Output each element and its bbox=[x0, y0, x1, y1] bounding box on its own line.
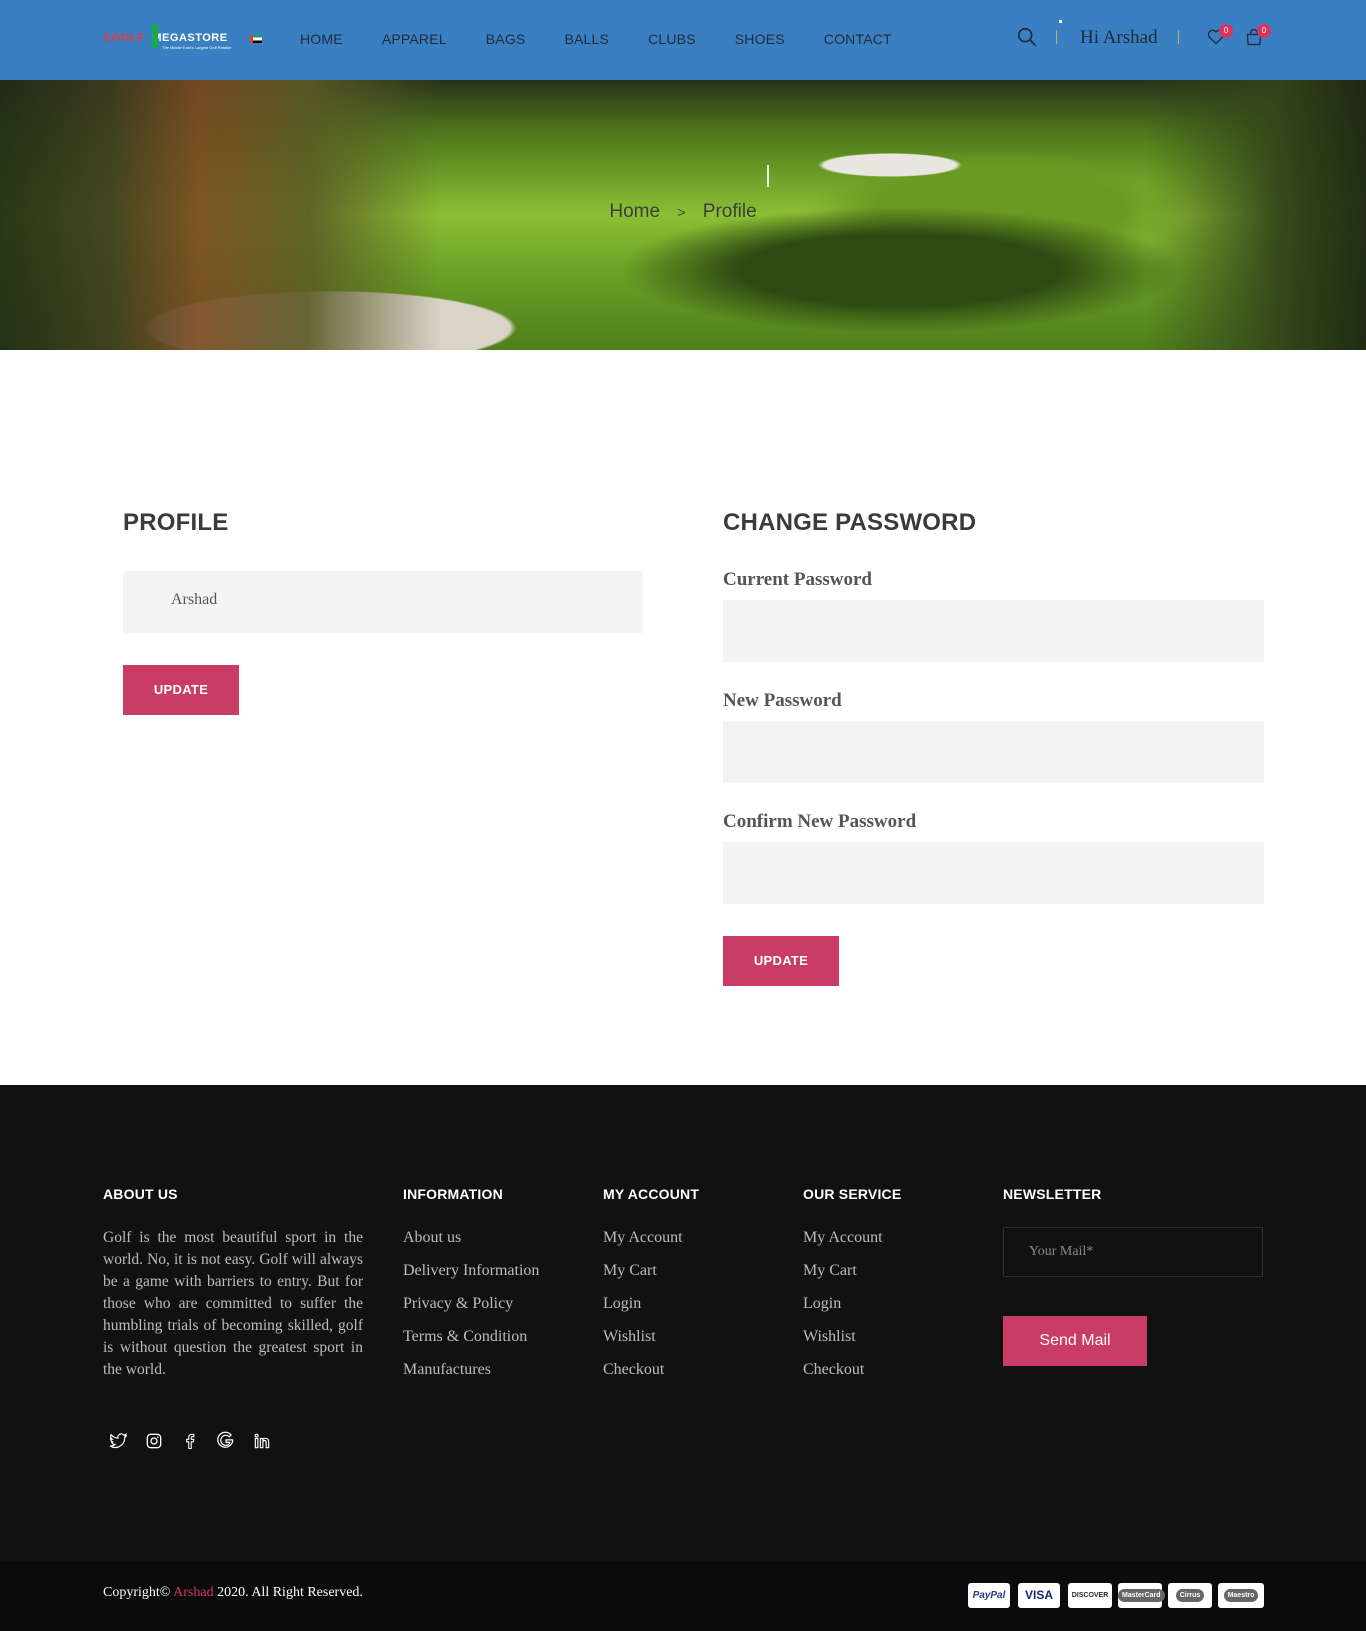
hero-banner: Home > Profile bbox=[0, 80, 1366, 350]
footer-link-about-us[interactable]: About us bbox=[403, 1227, 539, 1260]
site-footer: ABOUT US Golf is the most beautiful spor… bbox=[0, 1085, 1366, 1561]
mastercard-icon: MasterCard bbox=[1118, 1583, 1165, 1608]
footer-link-my-cart[interactable]: My Cart bbox=[603, 1260, 683, 1293]
nav-item-home[interactable]: HOME bbox=[300, 31, 343, 47]
header-divider bbox=[1178, 30, 1179, 44]
nav-item-bags[interactable]: BAGS bbox=[486, 31, 526, 47]
footer-link-wishlist[interactable]: Wishlist bbox=[603, 1326, 683, 1359]
header-dot bbox=[1059, 20, 1062, 23]
copyright-bar: Copyright© Arshad 2020. All Right Reserv… bbox=[0, 1561, 1366, 1631]
twitter-icon[interactable] bbox=[108, 1431, 128, 1451]
current-password-field[interactable] bbox=[723, 600, 1264, 662]
current-password-label: Current Password bbox=[723, 569, 873, 590]
mastercard-label: MasterCard bbox=[1118, 1588, 1165, 1602]
footer-link-privacy[interactable]: Privacy & Policy bbox=[403, 1293, 539, 1326]
confirm-password-field[interactable] bbox=[723, 842, 1264, 904]
discover-icon: DISCOVER bbox=[1068, 1583, 1112, 1608]
user-greeting[interactable]: Hi Arshad bbox=[1080, 27, 1158, 49]
cart-count-badge: 0 bbox=[1257, 24, 1271, 38]
nav-item-clubs[interactable]: CLUBS bbox=[648, 31, 696, 47]
google-icon[interactable] bbox=[216, 1431, 236, 1451]
newsletter-email-input[interactable]: Your Mail* bbox=[1003, 1227, 1263, 1277]
profile-update-button[interactable]: UPDATE bbox=[123, 665, 239, 715]
footer-information-list: About us Delivery Information Privacy & … bbox=[403, 1227, 539, 1392]
logo-brand-right: MEGASTORE bbox=[152, 32, 228, 44]
change-password-title: CHANGE PASSWORD bbox=[723, 509, 977, 536]
site-header: EGOLF MEGASTORE The Middle East's Largest… bbox=[0, 0, 1366, 80]
breadcrumb: Home > Profile bbox=[0, 201, 1366, 223]
footer-link-manufactures[interactable]: Manufactures bbox=[403, 1359, 539, 1392]
uae-flag-icon bbox=[250, 35, 262, 43]
profile-title: PROFILE bbox=[123, 509, 229, 536]
footer-link-service-my-account[interactable]: My Account bbox=[803, 1227, 883, 1260]
profile-name-value: Arshad bbox=[171, 591, 218, 608]
copyright-suffix: 2020. All Right Reserved. bbox=[217, 1585, 363, 1600]
footer-link-service-checkout[interactable]: Checkout bbox=[803, 1359, 883, 1392]
footer-my-account-title: MY ACCOUNT bbox=[603, 1186, 700, 1202]
footer-our-service-title: OUR SERVICE bbox=[803, 1186, 902, 1202]
copyright-prefix: Copyright© bbox=[103, 1585, 171, 1600]
confirm-password-label: Confirm New Password bbox=[723, 811, 917, 832]
maestro-icon: Maestro bbox=[1218, 1583, 1264, 1608]
footer-newsletter-title: NEWSLETTER bbox=[1003, 1186, 1102, 1202]
breadcrumb-home[interactable]: Home bbox=[609, 201, 660, 223]
social-links bbox=[108, 1431, 288, 1451]
cirrus-label: Cirrus bbox=[1175, 1588, 1205, 1602]
visa-icon: VISA bbox=[1018, 1583, 1060, 1608]
footer-information-title: INFORMATION bbox=[403, 1186, 503, 1202]
paypal-icon: PayPal bbox=[968, 1583, 1010, 1608]
maestro-label: Maestro bbox=[1223, 1588, 1259, 1602]
footer-link-checkout[interactable]: Checkout bbox=[603, 1359, 683, 1392]
footer-our-service-list: My Account My Cart Login Wishlist Checko… bbox=[803, 1227, 883, 1392]
golf-flag-pin bbox=[767, 165, 769, 187]
breadcrumb-separator: > bbox=[677, 204, 686, 220]
logo-brand-left: EGOLF bbox=[104, 32, 145, 44]
site-logo[interactable]: EGOLF MEGASTORE The Middle East's Largest… bbox=[104, 24, 262, 52]
nav-item-apparel[interactable]: APPAREL bbox=[382, 31, 447, 47]
breadcrumb-current: Profile bbox=[702, 201, 757, 222]
send-mail-button[interactable]: Send Mail bbox=[1003, 1316, 1147, 1366]
wishlist-count-badge: 0 bbox=[1219, 24, 1233, 38]
footer-link-service-my-cart[interactable]: My Cart bbox=[803, 1260, 883, 1293]
nav-item-balls[interactable]: BALLS bbox=[564, 31, 609, 47]
footer-about-text: Golf is the most beautiful sport in the … bbox=[103, 1229, 363, 1378]
footer-link-delivery[interactable]: Delivery Information bbox=[403, 1260, 539, 1293]
cirrus-icon: Cirrus bbox=[1168, 1583, 1212, 1608]
header-divider bbox=[1056, 30, 1057, 44]
copyright-owner-link[interactable]: Arshad bbox=[173, 1585, 213, 1600]
nav-item-contact[interactable]: CONTACT bbox=[824, 31, 892, 47]
nav-item-shoes[interactable]: SHOES bbox=[735, 31, 785, 47]
logo-tagline: The Middle East's Largest Golf Retailer bbox=[162, 45, 232, 50]
logo-golfer-mark bbox=[152, 24, 158, 48]
footer-link-my-account[interactable]: My Account bbox=[603, 1227, 683, 1260]
new-password-label: New Password bbox=[723, 690, 842, 711]
linkedin-icon[interactable] bbox=[252, 1431, 272, 1451]
main-nav: HOME APPAREL BAGS BALLS CLUBS SHOES CONT… bbox=[300, 31, 931, 47]
copyright-text: Copyright© Arshad 2020. All Right Reserv… bbox=[103, 1585, 363, 1601]
profile-name-field[interactable]: Arshad bbox=[123, 571, 643, 633]
new-password-field[interactable] bbox=[723, 721, 1264, 783]
footer-link-terms[interactable]: Terms & Condition bbox=[403, 1326, 539, 1359]
footer-link-login[interactable]: Login bbox=[603, 1293, 683, 1326]
search-icon[interactable] bbox=[1016, 26, 1038, 48]
facebook-icon[interactable] bbox=[180, 1431, 200, 1451]
instagram-icon[interactable] bbox=[144, 1431, 164, 1451]
password-update-button[interactable]: UPDATE bbox=[723, 936, 839, 986]
footer-about-title: ABOUT US bbox=[103, 1186, 178, 1202]
footer-link-service-wishlist[interactable]: Wishlist bbox=[803, 1326, 883, 1359]
footer-link-service-login[interactable]: Login bbox=[803, 1293, 883, 1326]
footer-my-account-list: My Account My Cart Login Wishlist Checko… bbox=[603, 1227, 683, 1392]
